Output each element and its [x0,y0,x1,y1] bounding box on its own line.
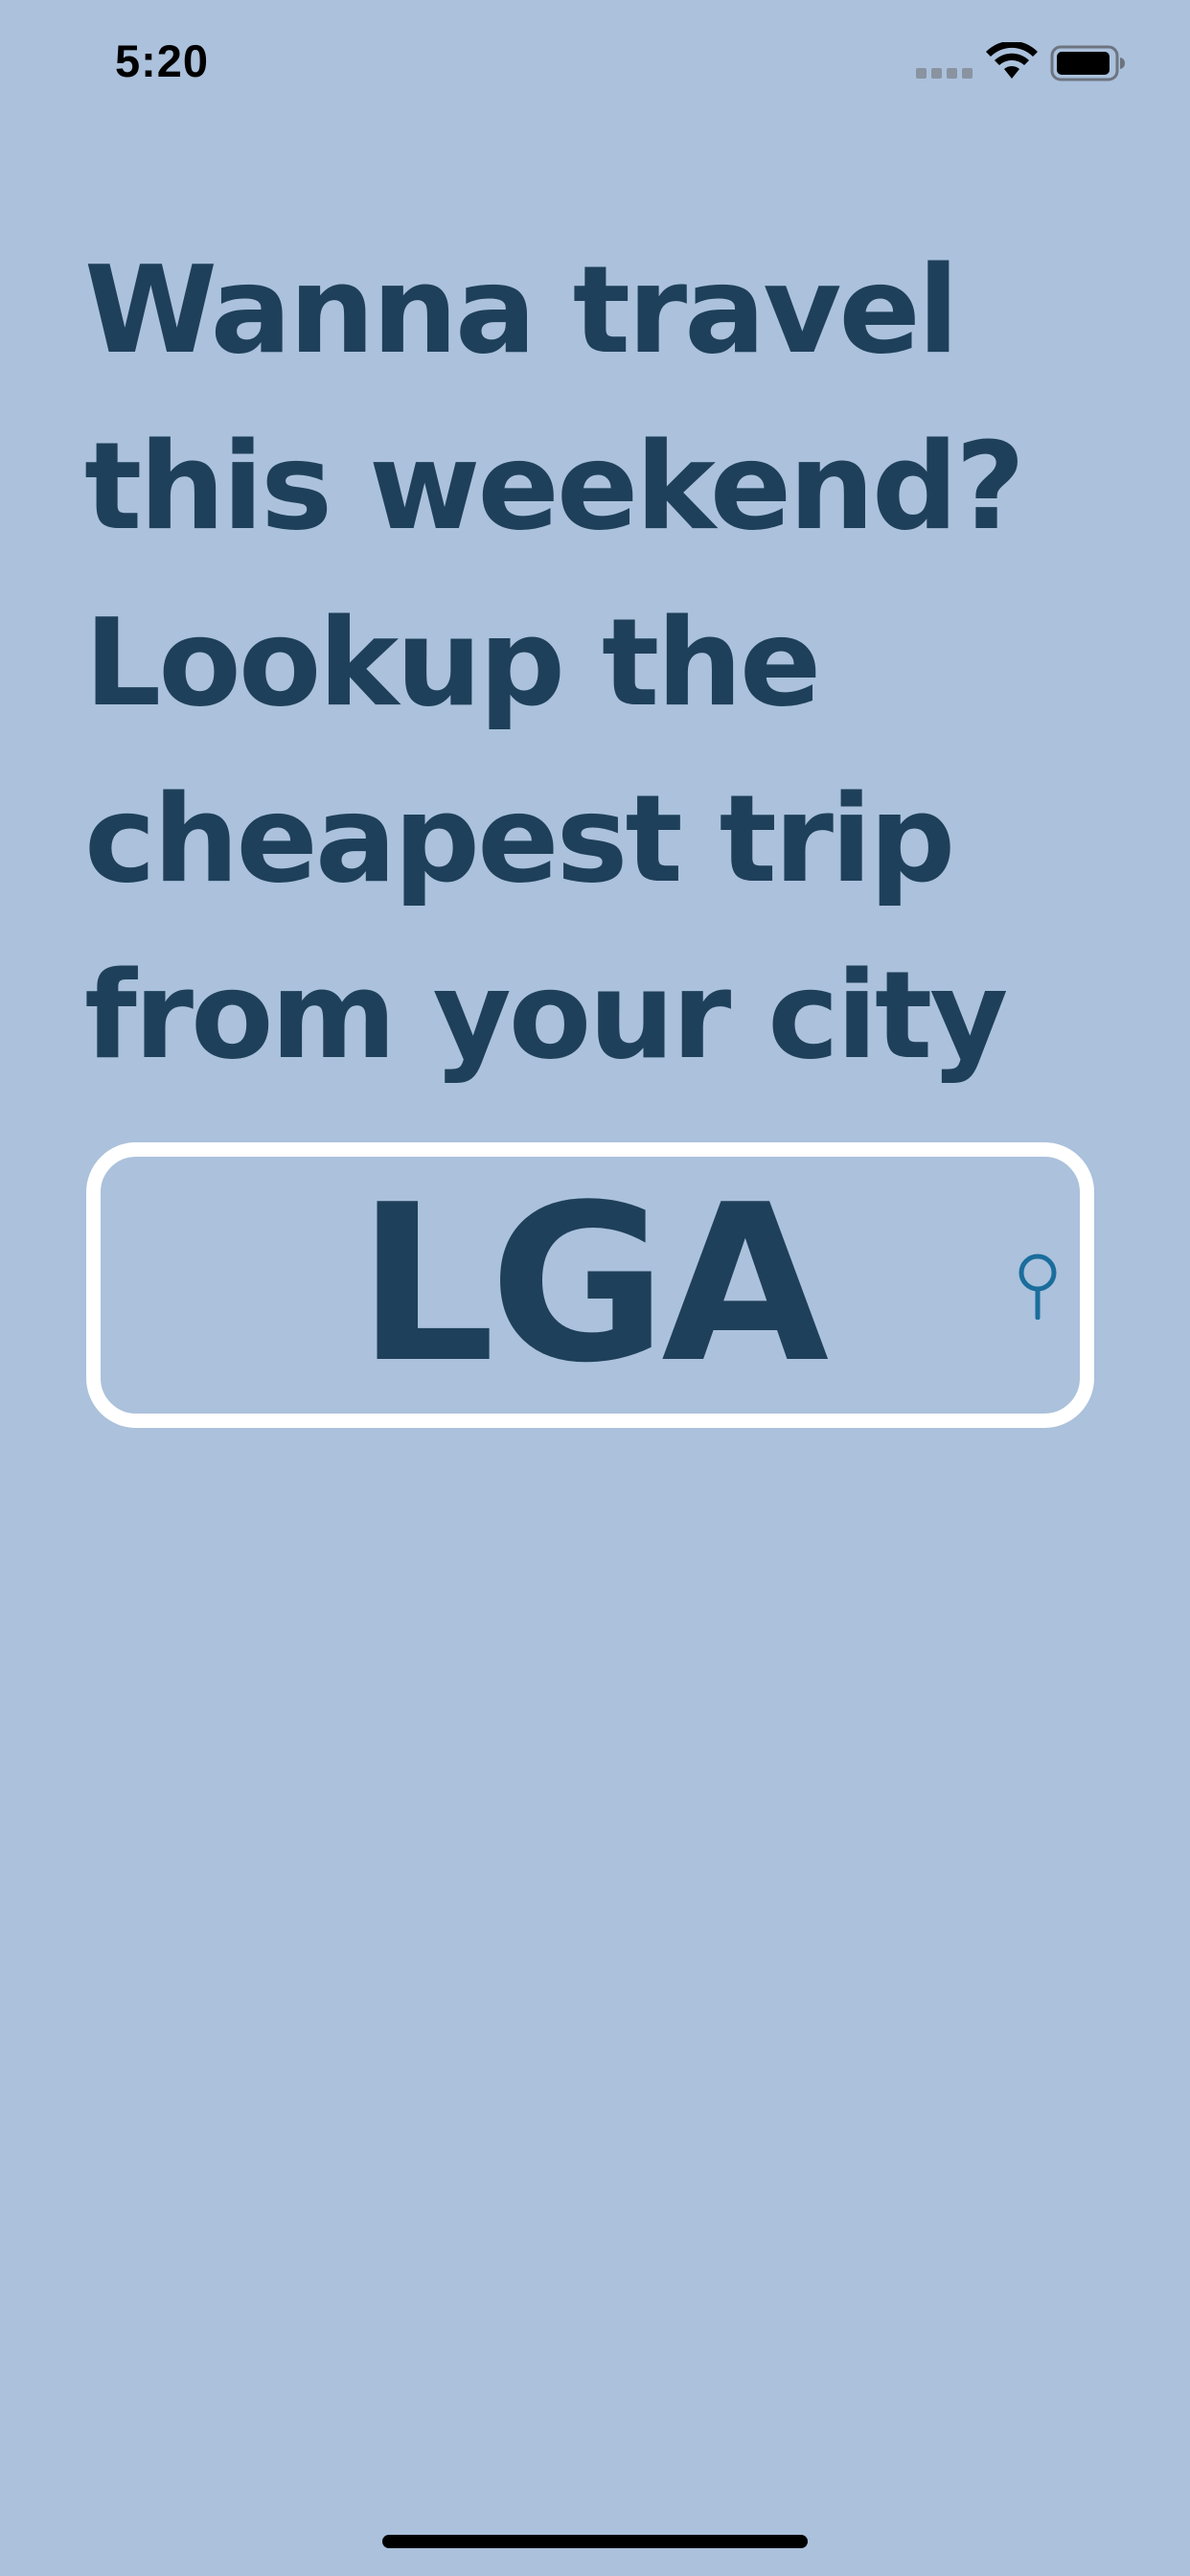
airport-code-value[interactable]: LGA [101,1157,1080,1414]
battery-icon [1050,45,1125,81]
headline: Wanna travel this weekend? Lookup the ch… [84,222,1119,1104]
status-time: 5:20 [115,35,210,86]
headline-line: Lookup the [84,592,821,733]
home-indicator[interactable] [382,2535,808,2548]
airport-search-field[interactable]: LGA [86,1142,1094,1428]
cellular-signal-icon [916,68,973,79]
headline-line: Wanna travel [84,240,959,380]
search-icon[interactable] [1016,1253,1060,1320]
headline-line: cheapest trip [84,769,955,909]
headline-line: this weekend? [84,416,1025,557]
status-bar: 5:20 [0,0,1190,134]
wifi-icon [986,42,1038,79]
headline-line: from your city [84,945,1008,1086]
